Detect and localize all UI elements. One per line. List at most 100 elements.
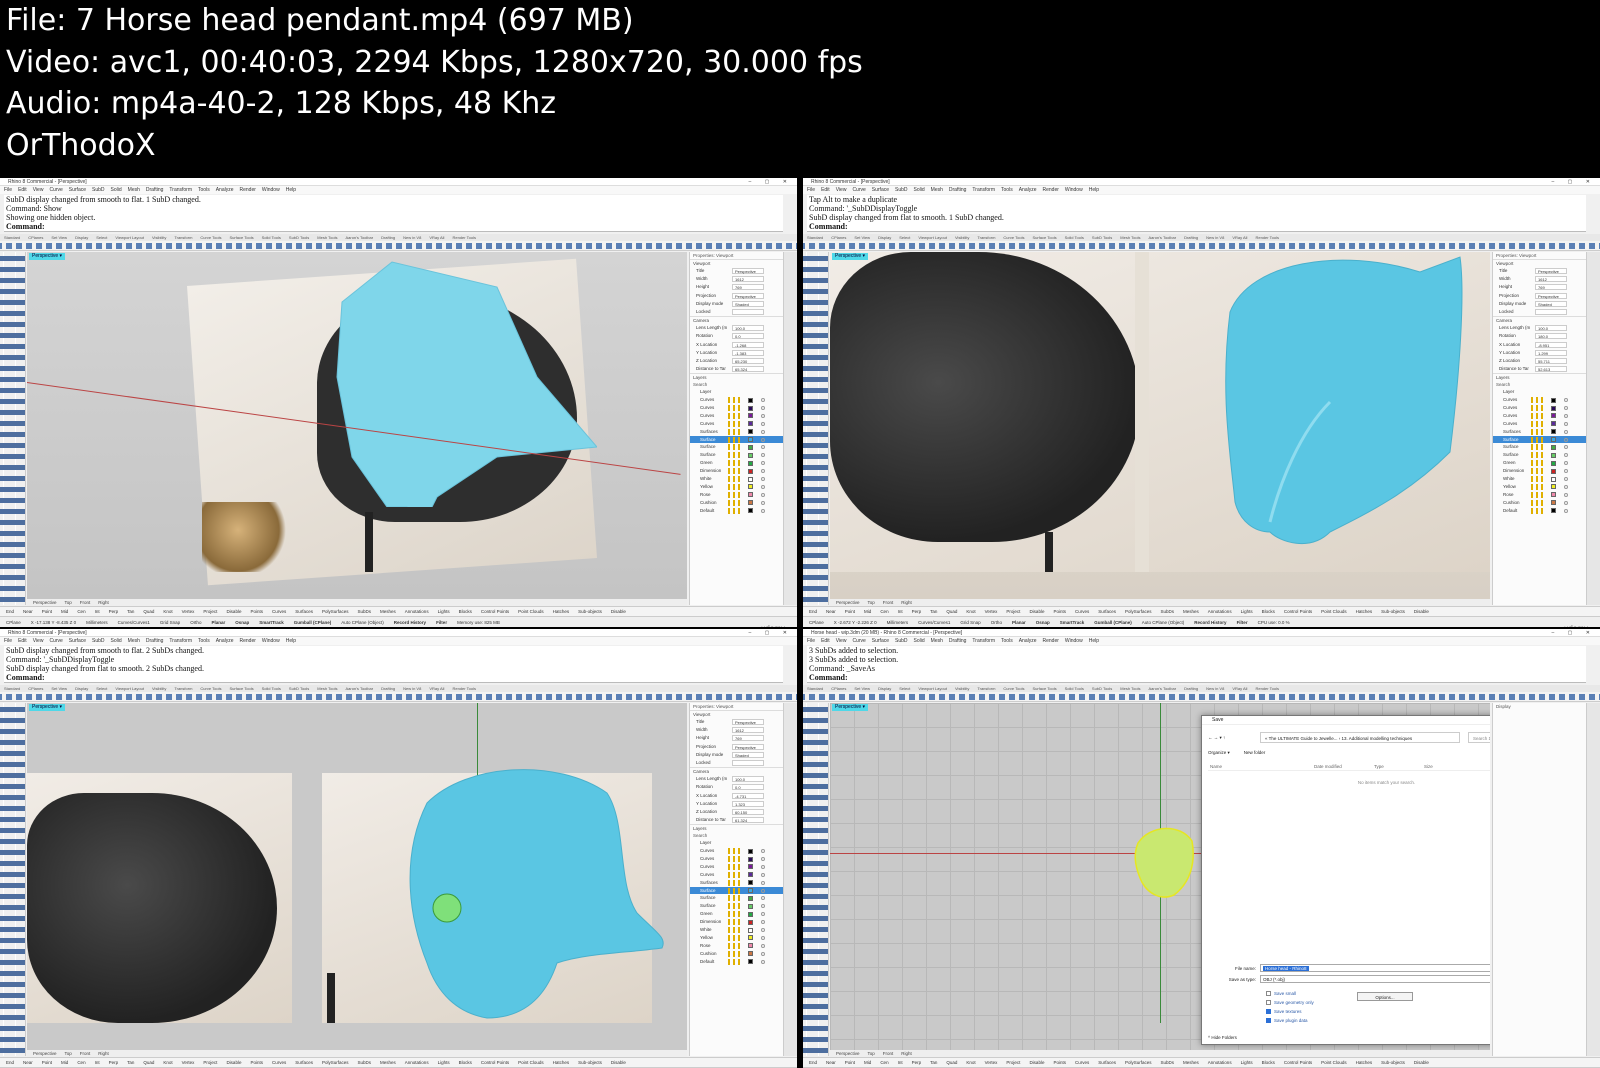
- left-toolbar[interactable]: [803, 252, 829, 605]
- layer-state-icons[interactable]: [1531, 428, 1545, 435]
- osnap-toggle[interactable]: Near: [826, 609, 836, 614]
- filter-toggle[interactable]: Points: [250, 1060, 263, 1065]
- filter-toggle[interactable]: Annotations: [1208, 609, 1232, 614]
- osnap-toggle[interactable]: Quad: [946, 609, 957, 614]
- filter-toggle[interactable]: Lights: [438, 1060, 450, 1065]
- layer-row[interactable]: White: [690, 475, 783, 483]
- toolbar-tab[interactable]: New in V8: [403, 686, 421, 691]
- toolbar-tab[interactable]: Visibility: [152, 686, 166, 691]
- layer-state-icons[interactable]: [728, 863, 742, 870]
- layer-row[interactable]: Yellow: [690, 934, 783, 942]
- filter-toggle[interactable]: Filter: [1237, 620, 1248, 625]
- filter-toggle[interactable]: SubDs: [1161, 609, 1175, 614]
- layer-state-icons[interactable]: [1531, 412, 1545, 419]
- filter-toggle[interactable]: Disable: [1414, 609, 1429, 614]
- property-value[interactable]: 1612: [732, 276, 764, 283]
- menu-item[interactable]: Mesh: [128, 187, 140, 193]
- property-value[interactable]: [732, 759, 764, 766]
- toolbar-tab[interactable]: Set View: [51, 235, 67, 240]
- layer-row[interactable]: Rose: [1493, 491, 1586, 499]
- menu-item[interactable]: Window: [1065, 187, 1083, 193]
- layer-row[interactable]: Surface: [690, 451, 783, 459]
- layer-state-icons[interactable]: [1531, 476, 1545, 483]
- left-toolbar[interactable]: [0, 252, 26, 605]
- toolbar-tab[interactable]: Surface Tools: [1032, 235, 1056, 240]
- toolbar-tab[interactable]: Select: [899, 235, 910, 240]
- layer-color-swatch[interactable]: [1551, 421, 1556, 427]
- menu-item[interactable]: Tools: [1001, 638, 1013, 644]
- command-prompt[interactable]: Command:: [4, 673, 783, 683]
- filter-toggle[interactable]: PolySurfaces: [322, 1060, 349, 1065]
- main-toolbar[interactable]: [803, 241, 1600, 251]
- layer-color-swatch[interactable]: [748, 848, 753, 854]
- osnap-toggle[interactable]: Knot: [966, 609, 975, 614]
- layer-color-swatch[interactable]: [748, 397, 753, 403]
- layer-color-swatch[interactable]: [1551, 429, 1556, 435]
- toolbar-tab[interactable]: New in V8: [403, 235, 421, 240]
- osnap-toggle[interactable]: Near: [23, 1060, 33, 1065]
- layer-state-icons[interactable]: [728, 460, 742, 467]
- save-type-select[interactable]: OBJ (*.obj): [1260, 975, 1490, 983]
- layer-state-icons[interactable]: [1531, 405, 1545, 412]
- menu-item[interactable]: Curve: [49, 187, 62, 193]
- layer-row[interactable]: Surface: [690, 443, 783, 451]
- viewport-tab[interactable]: Top: [868, 600, 875, 605]
- filter-toggle[interactable]: Blocks: [459, 1060, 472, 1065]
- toolbar-tab[interactable]: Render Tools: [1255, 686, 1279, 691]
- filter-toggle[interactable]: Disable: [611, 609, 626, 614]
- property-value[interactable]: -4.731: [732, 792, 764, 799]
- menu-item[interactable]: Edit: [821, 638, 830, 644]
- toolbar-tab[interactable]: Set View: [854, 235, 870, 240]
- toolbar-tab[interactable]: Curve Tools: [1003, 686, 1024, 691]
- layer-color-swatch[interactable]: [1551, 444, 1556, 450]
- filter-toggle[interactable]: Points: [250, 609, 263, 614]
- toolbar-tab[interactable]: Viewport Layout: [918, 235, 947, 240]
- layer-color-swatch[interactable]: [748, 429, 753, 435]
- filter-toggle[interactable]: PolySurfaces: [1125, 609, 1152, 614]
- toolbar-tab[interactable]: Standard: [807, 235, 823, 240]
- layer-color-swatch[interactable]: [748, 437, 753, 443]
- layer-state-icons[interactable]: [728, 856, 742, 863]
- property-value[interactable]: 65.230: [732, 357, 764, 364]
- osnap-toggle[interactable]: Knot: [163, 609, 172, 614]
- layer-search[interactable]: Search: [690, 832, 783, 839]
- layer-color-swatch[interactable]: [1551, 492, 1556, 498]
- property-value[interactable]: Perspective: [732, 292, 764, 299]
- layer-state-icons[interactable]: [728, 507, 742, 514]
- viewport-label[interactable]: Perspective ▾: [832, 704, 869, 711]
- osnap-toggle[interactable]: Tan: [127, 1060, 134, 1065]
- toolbar-tab[interactable]: Select: [96, 686, 107, 691]
- layer-row[interactable]: Dimension: [690, 918, 783, 926]
- property-value[interactable]: [1535, 308, 1567, 315]
- osnap-toggle[interactable]: Point: [42, 1060, 52, 1065]
- layer-state-icons[interactable]: [728, 895, 742, 902]
- filter-toggle[interactable]: Curves: [272, 609, 286, 614]
- menu-item[interactable]: Surface: [69, 638, 86, 644]
- layer-state-icons[interactable]: [728, 911, 742, 918]
- menu-item[interactable]: Mesh: [931, 638, 943, 644]
- osnap-toggle[interactable]: Near: [23, 609, 33, 614]
- layer-state-icons[interactable]: [728, 934, 742, 941]
- layer-row[interactable]: Curves: [690, 412, 783, 420]
- toolbar-tab[interactable]: SubD Tools: [289, 235, 309, 240]
- toolbar-tab[interactable]: Display: [75, 686, 88, 691]
- viewport-tab[interactable]: Top: [65, 600, 72, 605]
- layer-color-swatch[interactable]: [748, 452, 753, 458]
- osnap-toggle[interactable]: Vertex: [985, 1060, 998, 1065]
- menu-item[interactable]: Solid: [914, 638, 925, 644]
- viewport-label[interactable]: Perspective ▾: [29, 704, 66, 711]
- toolbar-tab[interactable]: Solid Tools: [1065, 686, 1084, 691]
- property-value[interactable]: 769: [1535, 284, 1567, 291]
- layer-color-swatch[interactable]: [1551, 413, 1556, 419]
- option-checkbox[interactable]: Save small: [1266, 990, 1296, 998]
- window-controls[interactable]: – ▢ ✕: [1552, 178, 1596, 186]
- layer-row[interactable]: Surface: [690, 902, 783, 910]
- toolbar-tab[interactable]: CPlanes: [831, 235, 846, 240]
- filter-toggle[interactable]: Control Points: [1284, 1060, 1312, 1065]
- layer-color-swatch[interactable]: [1551, 397, 1556, 403]
- toolbar-tab[interactable]: Aaron's Toolbar: [345, 235, 373, 240]
- layer-row[interactable]: Cushion: [1493, 499, 1586, 507]
- layer-color-swatch[interactable]: [748, 951, 753, 957]
- property-value[interactable]: 52.613: [1535, 366, 1567, 373]
- property-value[interactable]: Shaded: [732, 300, 764, 307]
